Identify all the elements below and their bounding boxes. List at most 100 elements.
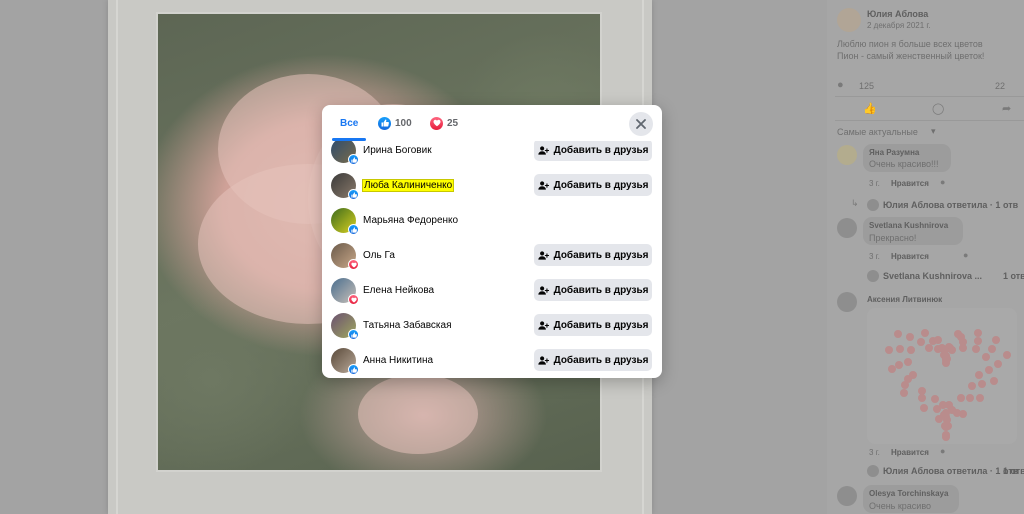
divider	[835, 96, 1024, 97]
author-avatar[interactable]	[837, 8, 861, 32]
comment-author[interactable]: Olesya Torchinskaya	[869, 489, 948, 498]
reactor-name[interactable]: Марьяна Федоренко	[363, 203, 458, 238]
like-reaction-icon: ●	[963, 250, 969, 260]
add-friend-icon	[537, 320, 549, 331]
reactor-avatar-link[interactable]	[331, 173, 359, 200]
comment-author[interactable]: Аксения Литвинюк	[867, 295, 942, 304]
reactor-row: Татьяна Забавская Добавить в друзья	[322, 308, 662, 343]
heart-dot	[992, 335, 1001, 344]
reply-summary[interactable]: Юлия Аблова ответила · 1 отв	[883, 200, 1018, 210]
reaction-count[interactable]: 125	[859, 81, 874, 91]
reply-summary[interactable]: Юлия Аблова ответила · 1 отв	[883, 466, 1018, 476]
add-friend-label: Добавить в друзья	[553, 249, 649, 261]
like-icon	[378, 116, 391, 130]
post-author[interactable]: Юлия Аблова	[867, 9, 928, 19]
add-friend-button[interactable]: Добавить в друзья	[534, 314, 652, 336]
add-friend-label: Добавить в друзья	[553, 144, 649, 156]
reactor-name[interactable]: Люба Калиниченко	[361, 168, 455, 203]
reply-summary[interactable]: Svetlana Kushnirova ...	[883, 271, 982, 281]
close-icon	[636, 119, 646, 129]
heart-dot	[989, 376, 998, 385]
heart-dot	[906, 346, 915, 354]
share-icon[interactable]: ➦	[1002, 102, 1011, 115]
reply-avatar[interactable]	[867, 199, 879, 211]
heart-dot	[957, 393, 966, 402]
comment-author[interactable]: Яна Разумна	[869, 148, 919, 157]
reply-count[interactable]: 1 отв	[1003, 271, 1024, 281]
sort-dropdown[interactable]: Самые актуальные	[837, 127, 918, 137]
reply-avatar[interactable]	[867, 465, 879, 477]
comment-avatar[interactable]	[837, 145, 857, 165]
heart-dot	[934, 415, 943, 424]
reactor-row: Люба Калиниченко Добавить в друзья	[322, 168, 662, 203]
comment-time[interactable]: 3 г.	[869, 179, 880, 188]
heart-dot	[894, 329, 903, 338]
add-friend-button[interactable]: Добавить в друзья	[534, 244, 652, 266]
heart-dot	[987, 345, 996, 354]
reactor-name-text: Оль Га	[363, 250, 395, 261]
reactor-avatar-link[interactable]	[331, 278, 359, 305]
comment-time[interactable]: 3 г.	[869, 448, 880, 457]
tab-like[interactable]: 100	[378, 105, 412, 141]
reactor-name[interactable]: Ирина Боговик	[363, 141, 432, 168]
love-badge-icon	[348, 259, 359, 270]
like-reaction-icon: ●	[940, 177, 946, 187]
heart-dot	[994, 359, 1003, 368]
reactor-avatar-link[interactable]	[331, 313, 359, 340]
heart-sticker-image[interactable]	[867, 308, 1017, 444]
tab-all[interactable]: Все	[332, 105, 367, 141]
heart-dot	[934, 335, 943, 344]
reactor-name-text: Люба Калиниченко	[361, 179, 455, 192]
reactors-list[interactable]: Ирина Боговик Добавить в друзья Люба Калин…	[322, 141, 662, 378]
heart-dot	[885, 346, 894, 355]
reactor-avatar-link[interactable]	[331, 208, 359, 235]
add-friend-icon	[537, 180, 549, 191]
comment-like-link[interactable]: Нравится	[891, 448, 929, 457]
heart-dot	[968, 381, 976, 390]
chevron-down-icon[interactable]: ▾	[931, 126, 936, 137]
comment-avatar[interactable]	[837, 292, 857, 312]
whatsapp-icon[interactable]: ◯	[932, 102, 944, 115]
heart-dot	[918, 394, 927, 403]
tab-love[interactable]: 25	[430, 105, 458, 141]
add-friend-icon	[537, 285, 549, 296]
add-friend-button[interactable]: Добавить в друзья	[534, 279, 652, 301]
add-friend-label: Добавить в друзья	[553, 354, 649, 366]
heart-dot	[932, 404, 941, 413]
tab-love-count: 25	[447, 117, 459, 129]
like-badge-icon	[348, 224, 359, 235]
comment-avatar[interactable]	[837, 218, 857, 238]
post-date[interactable]: 2 декабря 2021 г.	[867, 21, 931, 30]
reply-count[interactable]: 1 отв	[1003, 466, 1024, 476]
close-button[interactable]	[629, 112, 653, 136]
like-button-icon[interactable]: 👍	[863, 102, 877, 115]
comment-count[interactable]: 22	[995, 81, 1005, 91]
add-friend-button[interactable]: Добавить в друзья	[534, 141, 652, 161]
add-friend-button[interactable]: Добавить в друзья	[534, 174, 652, 196]
comment-like-link[interactable]: Нравится	[891, 179, 929, 188]
heart-dot	[931, 395, 940, 404]
heart-dot	[1002, 351, 1011, 360]
comment-avatar[interactable]	[837, 486, 857, 506]
comment-time[interactable]: 3 г.	[869, 252, 880, 261]
heart-dot	[916, 337, 925, 346]
heart-dot	[971, 345, 980, 354]
reactor-name[interactable]: Елена Нейкова	[363, 273, 434, 308]
reactor-avatar-link[interactable]	[331, 243, 359, 270]
comment-author[interactable]: Svetlana Kushnirova	[869, 221, 948, 230]
heart-dot	[909, 370, 918, 379]
add-friend-button[interactable]: Добавить в друзья	[534, 349, 652, 371]
heart-dot	[965, 394, 974, 403]
heart-dot	[984, 366, 993, 375]
painting-petal	[358, 374, 478, 454]
heart-dot	[921, 329, 930, 338]
reactor-name[interactable]: Анна Никитина	[363, 343, 433, 378]
reactor-name[interactable]: Оль Га	[363, 238, 395, 273]
add-friend-label: Добавить в друзья	[553, 284, 649, 296]
comment-like-link[interactable]: Нравится	[891, 252, 929, 261]
reactor-name[interactable]: Татьяна Забавская	[363, 308, 452, 343]
reply-avatar[interactable]	[867, 270, 879, 282]
like-badge-icon	[348, 329, 359, 340]
reactor-avatar-link[interactable]	[331, 141, 359, 165]
reactor-avatar-link[interactable]	[331, 348, 359, 375]
